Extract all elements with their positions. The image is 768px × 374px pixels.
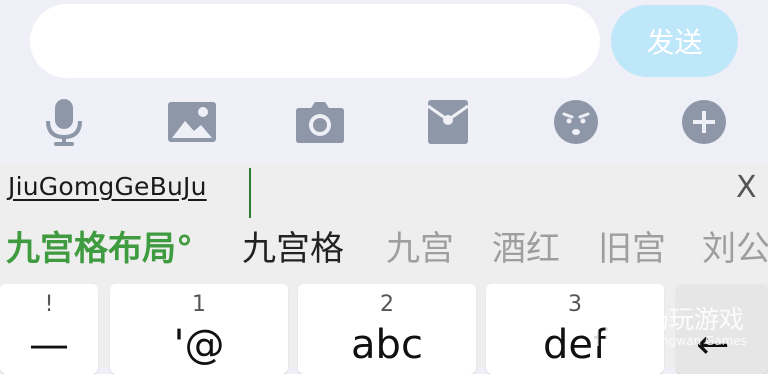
key-number: 3 [568,292,582,317]
candidate-item[interactable]: 九宫格布局° [6,226,193,272]
candidate-item[interactable]: 旧宫 [598,226,666,272]
candidate-item[interactable]: 酒红 [492,226,560,272]
send-button[interactable]: 发送 [611,5,738,77]
key-label: '@ [173,322,225,368]
key-number: 1 [192,292,206,317]
candidate-item[interactable]: 刘公 [702,226,768,272]
microphone-icon[interactable] [34,92,94,152]
candidate-item[interactable]: 九宫 [386,226,454,272]
key-2[interactable]: 2 abc [298,284,476,374]
plus-icon[interactable] [674,92,734,152]
ime-close-button[interactable]: X [736,170,757,205]
emoji-icon[interactable] [546,92,606,152]
key-label: abc [351,322,423,368]
key-number: ! [44,292,54,317]
key-row: ! — 1 '@ 2 abc 3 def ← [0,284,768,374]
camera-icon[interactable] [290,92,350,152]
backspace-key[interactable]: ← [676,284,768,374]
image-icon[interactable] [162,92,222,152]
backspace-icon: ← [696,322,730,368]
key-label: — [29,322,69,368]
message-input[interactable] [30,4,600,78]
key-punctuation[interactable]: ! — [0,284,98,374]
candidate-item[interactable]: 九宫格 [242,226,344,272]
chat-input-bar: 发送 [0,0,768,162]
red-packet-icon[interactable] [418,92,478,152]
key-label: def [542,322,608,368]
key-number: 2 [380,292,394,317]
candidate-bar: 九宫格布局° 九宫格 九宫 酒红 旧宫 刘公 [0,226,768,272]
chat-toolbar [0,92,768,154]
key-3[interactable]: 3 def [486,284,664,374]
ime-composing-text: JiuGomgGeBuJu [8,172,207,201]
key-1[interactable]: 1 '@ [110,284,288,374]
text-caret [249,168,251,218]
